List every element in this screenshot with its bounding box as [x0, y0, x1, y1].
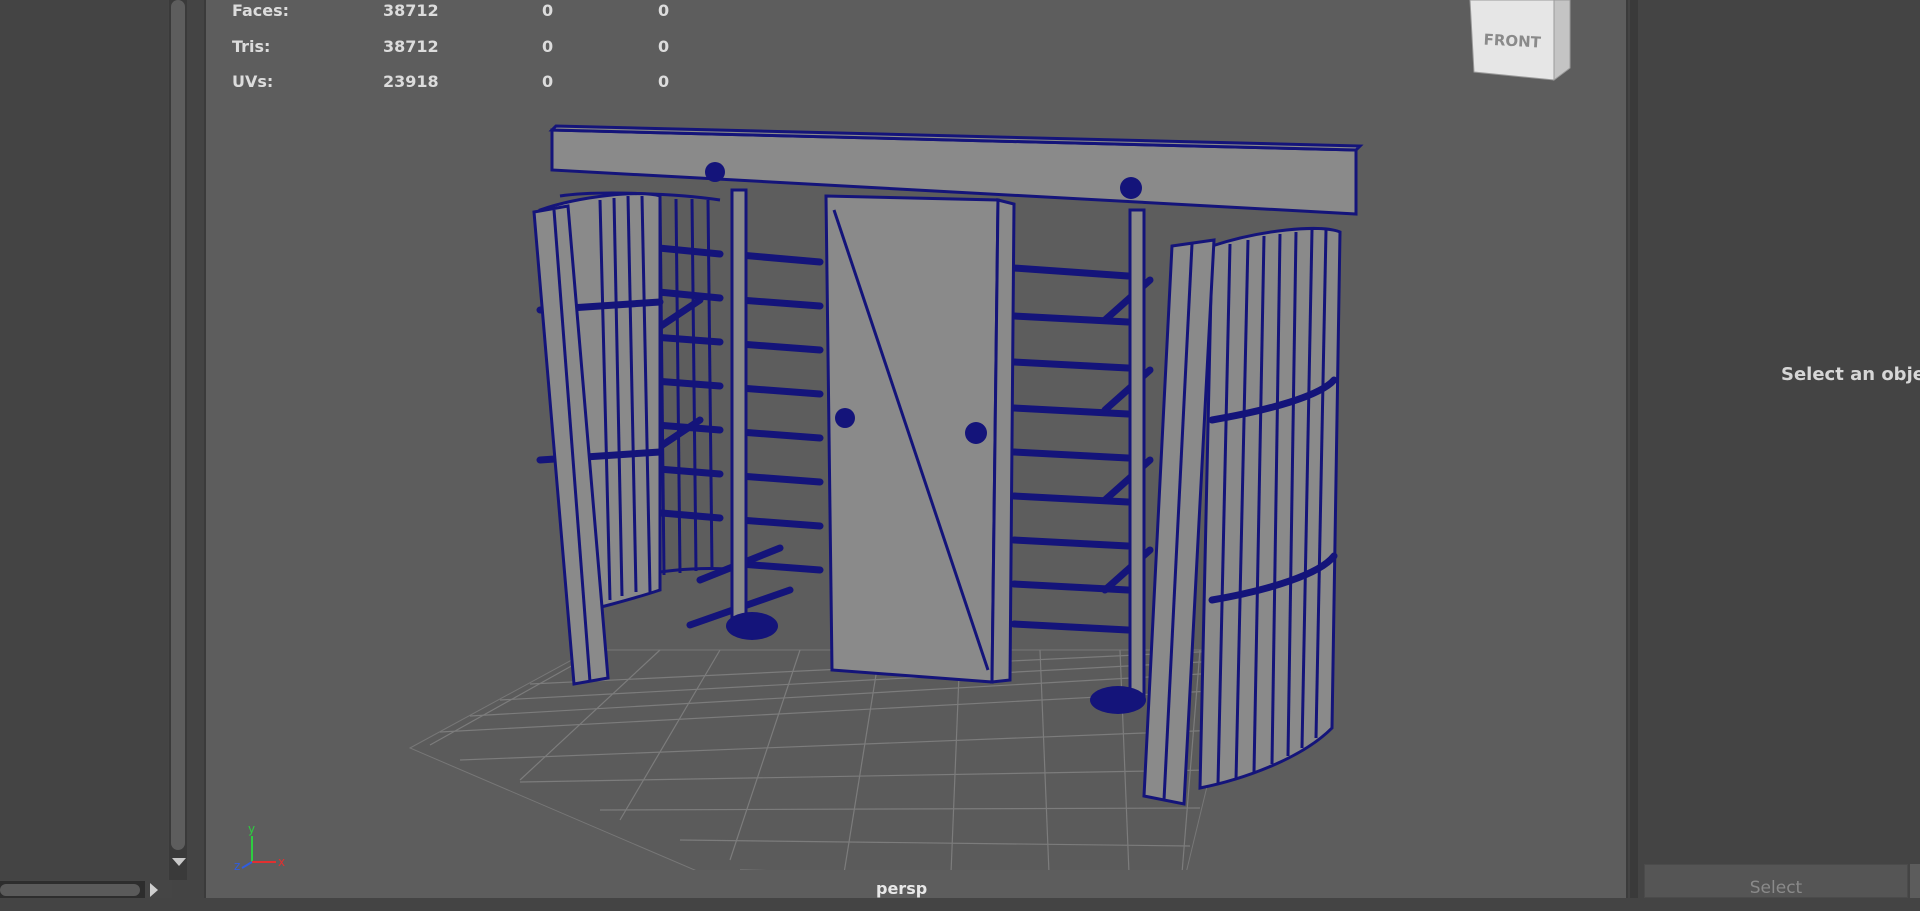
scroll-down-arrow-icon[interactable] [172, 858, 186, 866]
x-axis-label: x [278, 855, 285, 869]
hud-uvs-selected2: 0 [658, 72, 670, 91]
hud-faces-label: Faces: [232, 1, 290, 20]
select-button[interactable]: Select [1644, 864, 1908, 898]
horizontal-scroll-thumb[interactable] [0, 884, 140, 896]
hud-uvs-label: UVs: [232, 72, 274, 91]
viewcube-front-label: FRONT [1483, 31, 1542, 52]
camera-name-label: persp [876, 879, 928, 898]
left-panel-content [0, 0, 168, 880]
hud-tris-label: Tris: [232, 37, 271, 56]
viewcube[interactable]: FRONT [1464, 0, 1574, 88]
hud-faces-selected2: 0 [658, 1, 670, 20]
hud-tris-total: 38712 [383, 37, 439, 56]
hud-tris-selected: 0 [542, 37, 554, 56]
select-object-message: Select an objec [1781, 364, 1920, 385]
hud-uvs-total: 23918 [383, 72, 439, 91]
panel-edge [1910, 864, 1920, 898]
ground-grid [408, 649, 1241, 870]
y-axis-label: y [248, 822, 255, 836]
hud-faces-total: 38712 [383, 1, 439, 20]
z-axis-line [241, 861, 253, 869]
hud-uvs-selected: 0 [542, 72, 554, 91]
z-axis-label: z [234, 859, 240, 872]
left-outer-cage [532, 192, 664, 686]
hud-faces-selected: 0 [542, 1, 554, 20]
hud-tris-selected2: 0 [658, 37, 670, 56]
left-panel [0, 0, 172, 898]
scroll-right-arrow-icon[interactable] [150, 883, 158, 897]
left-panel-scroll-thumb[interactable] [171, 0, 185, 850]
left-panel-scrollbar[interactable] [169, 0, 187, 880]
center-panel [824, 194, 1016, 684]
axis-gizmo: y z x [234, 822, 285, 872]
turnstile-model[interactable]: .wire { stroke:#14147a; stroke-width:3; … [204, 90, 1624, 870]
viewcube-side-face[interactable] [1553, 0, 1571, 81]
horizontal-scrollbar[interactable] [0, 881, 145, 898]
attribute-editor-panel [1630, 0, 1920, 898]
